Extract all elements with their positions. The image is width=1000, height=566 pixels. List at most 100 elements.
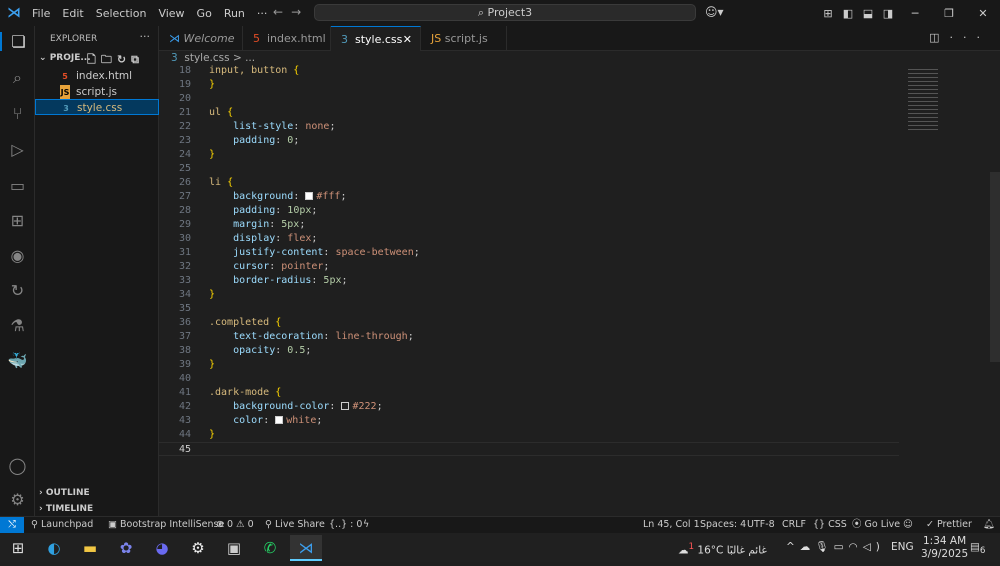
vscode-taskbar-icon[interactable]: ⋊ (290, 535, 322, 561)
forward-arrow-icon[interactable]: → (291, 5, 309, 19)
back-arrow-icon[interactable]: ← (273, 5, 291, 19)
code-line[interactable]: 39} (159, 358, 899, 372)
code-line[interactable]: 27 background: #fff; (159, 190, 899, 204)
code-line[interactable]: 35 (159, 302, 899, 316)
code-line[interactable]: 40 (159, 372, 899, 386)
whatsapp-icon[interactable]: ✆ (254, 535, 286, 561)
timeline-section[interactable]: › TIMELINE (39, 504, 93, 514)
new-folder-icon[interactable]: 🗀 (101, 53, 117, 66)
settings-icon[interactable]: ⚙ (182, 535, 214, 561)
code-line[interactable]: 19} (159, 78, 899, 92)
tab-style-css[interactable]: 3 style.css ✕ (331, 26, 421, 51)
file-style-css[interactable]: 3 style.css (35, 99, 159, 115)
menu-selection[interactable]: Selection (96, 7, 147, 20)
code-line[interactable]: 20 (159, 92, 899, 106)
command-center-search[interactable]: ⌕ Project3 (314, 4, 696, 21)
code-line[interactable]: 37 text-decoration: line-through; (159, 330, 899, 344)
language-mode[interactable]: {} CSS (813, 517, 847, 533)
indentation[interactable]: Spaces: 4 (700, 517, 746, 533)
code-line[interactable]: 41 .dark-mode { (159, 386, 899, 400)
code-line[interactable]: 18 input, button { (159, 64, 899, 78)
code-line[interactable]: 21 ul { (159, 106, 899, 120)
docker-icon[interactable]: 🐳 (0, 351, 35, 370)
more-actions-icon[interactable]: ··· (140, 30, 151, 43)
code-line[interactable]: 26 li { (159, 176, 899, 190)
live-share-item[interactable]: ⚲ Live Share (265, 517, 325, 533)
close-tab-icon[interactable]: ✕ (403, 27, 412, 52)
eol[interactable]: CRLF (782, 517, 806, 533)
close-button[interactable]: ✕ (966, 7, 1000, 20)
language-indicator[interactable]: ENG (891, 533, 914, 562)
code-line[interactable]: 34} (159, 288, 899, 302)
encoding[interactable]: UTF-8 (747, 517, 775, 533)
new-file-icon[interactable]: 🗋 (87, 53, 101, 66)
maximize-button[interactable]: ❐ (932, 7, 966, 20)
code-line[interactable]: 45 (159, 442, 899, 456)
code-line[interactable]: 33 border-radius: 5px; (159, 274, 899, 288)
discord-icon[interactable]: ◕ (146, 535, 178, 561)
weather-widget[interactable]: ☁1 16°C غائم غالبًا (678, 533, 767, 566)
notification-center[interactable]: ▤6 (970, 533, 986, 566)
account-icon[interactable]: ◯ (0, 456, 35, 475)
prettier-item[interactable]: ✓ Prettier (926, 517, 972, 533)
color-swatch[interactable] (341, 402, 350, 410)
cursor-position[interactable]: Ln 45, Col 1 (643, 517, 700, 533)
code-line[interactable]: 31 justify-content: space-between; (159, 246, 899, 260)
code-line[interactable]: 38 opacity: 0.5; (159, 344, 899, 358)
problems-item[interactable]: ⊗ 0 ⚠ 0 (216, 517, 254, 533)
code-line[interactable]: 32 cursor: pointer; (159, 260, 899, 274)
code-line[interactable]: 25 (159, 162, 899, 176)
toggle-secondary-sidebar-icon[interactable]: ◨ (878, 7, 898, 20)
testing-icon[interactable]: ⚗ (0, 316, 35, 335)
menu-view[interactable]: View (158, 7, 184, 20)
color-swatch[interactable] (275, 416, 284, 424)
menu-run[interactable]: Run (224, 7, 245, 20)
clock[interactable]: 1:34 AM 3/9/2025 (921, 535, 968, 561)
menu-more[interactable]: ··· (257, 7, 268, 20)
more-actions-icon[interactable]: ··· (950, 31, 991, 44)
code-line[interactable]: 23 padding: 0; (159, 134, 899, 148)
go-live-button[interactable]: ⦿ Go Live (852, 517, 900, 533)
edge-icon[interactable]: ◐ (38, 535, 70, 561)
live-share-icon[interactable]: ↻ (0, 281, 35, 300)
windows-start-icon[interactable]: ⊞ (2, 535, 34, 561)
copilot-status-icon[interactable]: ☺ (903, 517, 913, 533)
code-editor[interactable]: 18 input, button {19} 20 21 ul {22 list-styl… (159, 65, 1000, 516)
settings-gear-icon[interactable]: ⚙ (0, 490, 35, 509)
menu-go[interactable]: Go (197, 7, 212, 20)
tab-welcome[interactable]: ⋊ Welcome (159, 26, 243, 51)
search-icon[interactable]: ⌕ (0, 68, 35, 88)
split-editor-icon[interactable]: ◫ (929, 31, 949, 44)
toggle-panel-icon[interactable]: ⬓ (858, 7, 878, 20)
terminal-icon[interactable]: ▣ (218, 535, 250, 561)
code-line[interactable]: 42 background-color: #222; (159, 400, 899, 414)
code-line[interactable]: 30 display: flex; (159, 232, 899, 246)
notifications-bell-icon[interactable]: 🔔︎ (983, 517, 995, 533)
system-tray-icons[interactable]: ^☁🎙︎▭◠◁) (786, 533, 885, 562)
run-debug-icon[interactable]: ▷ (0, 140, 35, 159)
outline-section[interactable]: › OUTLINE (39, 488, 90, 498)
extensions-icon[interactable]: ⊞ (0, 211, 35, 230)
code-line[interactable]: 36 .completed { (159, 316, 899, 330)
code-line[interactable]: 22 list-style: none; (159, 120, 899, 134)
code-line[interactable]: 29 margin: 5px; (159, 218, 899, 232)
code-line[interactable]: 44} (159, 428, 899, 442)
menu-edit[interactable]: Edit (62, 7, 83, 20)
tab-script-js[interactable]: JS script.js (421, 26, 507, 51)
refresh-icon[interactable]: ↻ (117, 53, 131, 66)
launchpad-item[interactable]: ⚲ Launchpad (31, 517, 93, 533)
remote-explorer-icon[interactable]: ▭ (0, 176, 35, 195)
layout-icon[interactable]: ⊞ (818, 7, 838, 20)
remote-indicator-icon[interactable]: ⤭ (0, 517, 24, 534)
breadcrumb[interactable]: 3 style.css > ... (171, 52, 255, 64)
teams-icon[interactable]: ✿ (110, 535, 142, 561)
toggle-sidebar-icon[interactable]: ◧ (838, 7, 858, 20)
file-index-html[interactable]: 5 index.html (35, 68, 159, 84)
git-graph-icon[interactable]: ◉ (0, 246, 35, 265)
braces-item[interactable]: {..} : 0 (329, 517, 362, 533)
copilot-icon[interactable]: ☺▾ (705, 5, 724, 19)
source-control-icon[interactable]: ⑂ (0, 104, 35, 123)
code-line[interactable]: 43 color: white; (159, 414, 899, 428)
bolt-icon[interactable]: ϟ (363, 517, 369, 533)
minimap[interactable] (908, 68, 938, 130)
